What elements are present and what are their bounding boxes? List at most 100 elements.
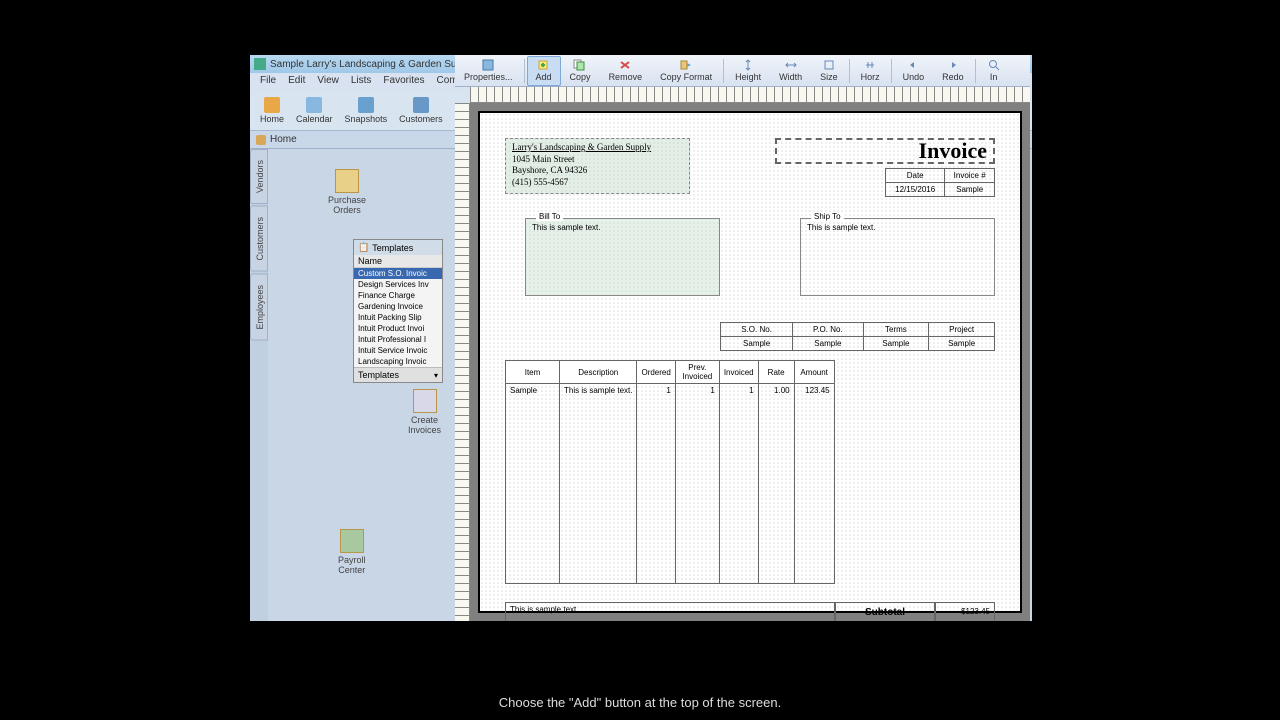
window-title: Sample Larry's Landscaping & Garden Supp <box>270 59 468 70</box>
redo-button[interactable]: Redo <box>933 56 973 86</box>
invoice-title: Invoice <box>919 138 987 164</box>
template-item[interactable]: Design Services Inv <box>354 279 442 290</box>
date-label: Date <box>886 169 945 183</box>
templates-col-name: Name <box>354 255 442 268</box>
layout-canvas[interactable]: Larry's Landscaping & Garden Supply 1045… <box>470 103 1030 621</box>
horz-icon <box>863 59 877 71</box>
remove-button[interactable]: Remove <box>600 56 652 86</box>
nav-home[interactable]: Home <box>254 95 290 126</box>
col-description: Description <box>560 361 637 384</box>
date-value: 12/15/2016 <box>886 183 945 197</box>
height-button[interactable]: Height <box>726 56 770 86</box>
layout-toolbar: Properties... Add Copy Remove Copy Forma… <box>455 55 1030 87</box>
company-address-block[interactable]: Larry's Landscaping & Garden Supply 1045… <box>505 138 690 194</box>
template-item[interactable]: Finance Charge <box>354 290 442 301</box>
template-item[interactable]: Gardening Invoice <box>354 301 442 312</box>
copy-icon <box>573 59 587 71</box>
payroll-center-icon <box>340 529 364 553</box>
subtotal-value: $123.45 <box>935 602 995 621</box>
footer-note: This is sample text. <box>505 602 835 621</box>
company-city: Bayshore, CA 94326 <box>512 165 683 177</box>
zoom-in-icon <box>987 59 1001 71</box>
tab-vendors[interactable]: Vendors <box>250 149 268 204</box>
ship-to-label: Ship To <box>811 212 844 221</box>
home-icon <box>256 135 266 145</box>
template-item[interactable]: Custom S.O. Invoic <box>354 268 442 279</box>
line-items-table[interactable]: Item Description Ordered Prev. Invoiced … <box>505 360 835 584</box>
size-button[interactable]: Size <box>811 56 847 86</box>
purchase-orders-icon <box>335 169 359 193</box>
menu-view[interactable]: View <box>311 73 345 91</box>
cell-prev: 1 <box>675 384 719 584</box>
side-tabs: Vendors Customers Employees <box>250 149 268 621</box>
tutorial-instruction: Choose the "Add" button at the top of th… <box>0 695 1280 710</box>
templates-header: Templates <box>354 240 442 255</box>
template-item[interactable]: Intuit Service Invoic <box>354 345 442 356</box>
shortcut-create-invoices[interactable]: Create Invoices <box>408 389 441 435</box>
undo-button[interactable]: Undo <box>894 56 934 86</box>
order-info-table[interactable]: S.O. No. P.O. No. Terms Project Sample S… <box>720 322 995 351</box>
add-icon <box>537 59 551 71</box>
copy-button[interactable]: Copy <box>561 56 600 86</box>
col-item: Item <box>506 361 560 384</box>
nav-calendar[interactable]: Calendar <box>290 95 339 126</box>
shortcut-purchase-orders[interactable]: Purchase Orders <box>328 169 366 215</box>
menu-file[interactable]: File <box>254 73 282 91</box>
col-amount: Amount <box>794 361 834 384</box>
templates-panel: Templates Name Custom S.O. Invoic Design… <box>353 239 443 383</box>
ship-to-box[interactable]: Ship To This is sample text. <box>800 218 995 296</box>
invoice-title-box[interactable]: Invoice <box>775 138 995 164</box>
copy-format-icon <box>679 59 693 71</box>
subtotal-row[interactable]: This is sample text. Subtotal $123.45 <box>505 602 995 621</box>
cell-item: Sample <box>506 384 560 584</box>
zoom-in-button[interactable]: In <box>978 56 1010 86</box>
template-item[interactable]: Intuit Product Invoi <box>354 323 442 334</box>
horz-button[interactable]: Horz <box>852 56 889 86</box>
bill-to-box[interactable]: Bill To This is sample text. <box>525 218 720 296</box>
menu-favorites[interactable]: Favorites <box>377 73 430 91</box>
app-icon <box>254 58 266 70</box>
col-invoiced: Invoiced <box>719 361 758 384</box>
cell-desc: This is sample text. <box>560 384 637 584</box>
col-ordered: Ordered <box>637 361 675 384</box>
width-icon <box>784 59 798 71</box>
menu-edit[interactable]: Edit <box>282 73 311 91</box>
copy-format-button[interactable]: Copy Format <box>651 56 721 86</box>
remove-icon <box>618 59 632 71</box>
project-header: Project <box>929 323 995 337</box>
col-prev-invoiced: Prev. Invoiced <box>675 361 719 384</box>
templates-footer-dropdown[interactable]: Templates <box>354 367 442 382</box>
so-value: Sample <box>721 337 793 351</box>
template-item[interactable]: Intuit Professional I <box>354 334 442 345</box>
bill-to-label: Bill To <box>536 212 563 221</box>
page-boundary: Larry's Landscaping & Garden Supply 1045… <box>478 111 1022 613</box>
template-item[interactable]: Landscaping Invoic <box>354 356 442 367</box>
cell-rate: 1.00 <box>758 384 794 584</box>
tab-customers[interactable]: Customers <box>250 206 268 272</box>
po-value: Sample <box>793 337 863 351</box>
undo-icon <box>906 59 920 71</box>
invoice-page: Larry's Landscaping & Garden Supply 1045… <box>505 138 995 611</box>
properties-button[interactable]: Properties... <box>455 56 522 86</box>
shortcut-payroll-center[interactable]: Payroll Center <box>338 529 366 575</box>
tab-employees[interactable]: Employees <box>250 274 268 341</box>
invoice-num-label: Invoice # <box>945 169 995 183</box>
invoice-num-value: Sample <box>945 183 995 197</box>
ship-to-text: This is sample text. <box>801 219 994 236</box>
width-button[interactable]: Width <box>770 56 811 86</box>
redo-icon <box>946 59 960 71</box>
menu-lists[interactable]: Lists <box>345 73 378 91</box>
properties-icon <box>481 59 495 71</box>
bill-to-text: This is sample text. <box>526 219 719 236</box>
col-rate: Rate <box>758 361 794 384</box>
po-header: P.O. No. <box>793 323 863 337</box>
add-button[interactable]: Add <box>527 56 561 86</box>
template-item[interactable]: Intuit Packing Slip <box>354 312 442 323</box>
nav-snapshots[interactable]: Snapshots <box>339 95 394 126</box>
company-phone: (415) 555-4567 <box>512 177 683 189</box>
nav-customers[interactable]: Customers <box>393 95 449 126</box>
cell-amount: 123.45 <box>794 384 834 584</box>
size-icon <box>822 59 836 71</box>
cell-ordered: 1 <box>637 384 675 584</box>
date-invoice-table[interactable]: DateInvoice # 12/15/2016Sample <box>885 168 995 197</box>
